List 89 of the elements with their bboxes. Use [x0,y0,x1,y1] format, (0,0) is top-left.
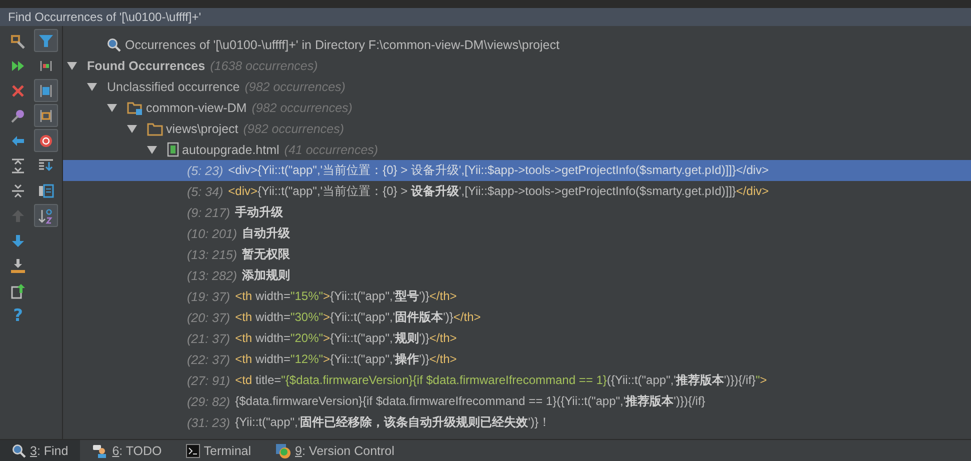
line-position: (13: 215) [187,248,238,262]
code-line: {Yii::t("app",'固件已经移除，该条自动升级规则已经失效')}！ [235,414,550,431]
code-line: 手动升级 [235,204,284,221]
result-row[interactable]: (22: 37) <th width="12%">{Yii::t("app",'操作')}</th> [63,349,971,370]
code-line: <th width="30%">{Yii::t("app",'固件版本')}</th> [235,309,481,326]
download-icon [10,258,26,274]
export-icon [10,282,26,298]
up-arrow-icon [10,208,26,224]
lines-icon [38,158,54,174]
line-position: (19: 37) [187,290,230,304]
panel-title: Find Occurrences of '[\u0100-\uffff]+' [0,8,971,26]
line-position: (13: 282) [187,268,238,282]
code-line: {$data.firmwareVersion}{if $data.firmwareIfrecommand == 1}({Yii::t("app",'推荐版本')}){/if} [235,393,706,410]
expand-all-icon [10,158,26,174]
terminal-icon [186,444,200,458]
result-row[interactable]: (5: 34) <div>{Yii::t("app",'当前位置：{0} > 设备升级',[Yii::$app->tools->getProjectInfo($smarty.get.pId)]]}</div> [63,181,971,202]
line-position: (31: 23) [187,416,230,430]
code-line: 自动升级 [242,225,290,242]
result-row[interactable]: (10: 201) 自动升级 [63,223,971,244]
expand-arrow-icon[interactable] [87,82,97,92]
result-row[interactable]: (27: 91) <td title="{$data.firmwareVersion}{if $data.firmwareIfrecommand == 1}({Yii::t("app",'推荐版本')}){/if}"> [63,370,971,391]
line-position: (21: 37) [187,332,230,346]
search-icon [12,444,26,458]
line-position: (20: 37) [187,310,230,324]
line-position: (29: 82) [187,394,230,408]
tool-window-tab[interactable]: 9: Version Control [263,440,406,461]
code-line: <th width="15%">{Yii::t("app",'型号')}</th> [235,288,457,305]
expand-arrow-icon[interactable] [127,124,137,134]
sort-icon [38,208,54,224]
filter-toggle[interactable] [34,29,58,52]
todo-icon [92,444,108,458]
code-line: <th width="20%">{Yii::t("app",'规则')}</th> [235,330,457,347]
line-position: (27: 91) [187,374,230,388]
result-row[interactable]: (20: 37) <th width="30%">{Yii::t("app",'固件版本')}</th> [63,307,971,328]
occurrence-count: (982 occurrences) [252,100,352,114]
sort-toggle[interactable] [34,204,58,227]
result-row[interactable]: (19: 37) <th width="15%">{Yii::t("app",'型号')}</th> [63,286,971,307]
occurrence-count: (41 occurrences) [284,142,378,156]
code-line: <th width="12%">{Yii::t("app",'操作')}</th> [235,351,457,368]
occurrence-count: (982 occurrences) [243,122,344,136]
tool-window-tab[interactable]: Terminal [174,440,264,461]
tree-node-label[interactable]: autoupgrade.html [182,142,280,156]
tool-window-tab[interactable]: 6: TODO [80,440,174,461]
filter-icon [38,32,54,48]
result-row[interactable]: (13: 282) 添加规则 [63,265,971,286]
down-arrow-icon [10,232,26,248]
code-line: 暂无权限 [242,246,290,263]
code-line: <div>{Yii::t("app",'当前位置：{0} > 设备升级',[Yii::$app->tools->getProjectInfo($smarty.get.pId)]]}</div> [228,183,769,200]
preview-icon [38,182,54,198]
result-row[interactable]: (31: 23) {Yii::t("app",'固件已经移除，该条自动升级规则已经失效')}！ [63,412,971,433]
tree-node-label[interactable]: Found Occurrences [87,58,206,72]
square-toggle[interactable] [34,79,58,102]
folder-toggle[interactable] [34,104,58,127]
expand-arrow-icon[interactable] [147,144,157,154]
wrench-icon [10,32,26,48]
search-icon [107,38,121,52]
line-position: (5: 23) [187,164,224,178]
line-position: (9: 217) [187,206,230,220]
folder-icon [38,108,54,124]
result-row[interactable]: (21: 37) <th width="20%">{Yii::t("app",'规则')}</th> [63,328,971,349]
module-toggle[interactable] [34,129,58,152]
circle-icon [38,132,54,148]
code-line: 添加规则 [242,267,290,284]
expand-arrow-icon[interactable] [107,102,117,112]
expand-arrow-icon[interactable] [67,60,77,70]
result-row[interactable]: (13: 215) 暂无权限 [63,244,971,265]
occurrence-count: (982 occurrences) [244,80,346,94]
module-icon [127,100,143,114]
version-control-icon [275,442,292,458]
occurrence-count: (1638 occurrences) [210,58,318,72]
close-icon [10,82,26,98]
line-position: (22: 37) [187,352,230,366]
search-query: Occurrences of '[\u0100-\uffff]+' in Directory F:\common-view-DM\views\project [125,38,560,52]
tree-node-label[interactable]: Unclassified occurrence [107,80,240,94]
code-line: <div>{Yii::t("app",'当前位置：{0} > 设备升级',[Yii::$app->tools->getProjectInfo($smarty.get.pId)]]}</div> [228,162,769,179]
result-row[interactable]: (5: 23) <div>{Yii::t("app",'当前位置：{0} > 设备升级',[Yii::$app->tools->getProjectInfo($smarty.get.pId)]]}</div> [63,160,971,181]
pin-icon [10,108,26,124]
tree-node-label[interactable]: common-view-DM [146,100,247,114]
square-icon [38,82,54,98]
tree-node-label[interactable]: views\project [166,122,238,136]
code-line: <td title="{$data.firmwareVersion}{if $data.firmwareIfrecommand == 1}({Yii::t("app",'推荐版本')}){/if}"> [235,372,767,389]
collapse-all-icon [10,182,26,198]
result-row[interactable]: (29: 82) {$data.firmwareVersion}{if $data.firmwareIfrecommand == 1}({Yii::t("app",'推荐版本')}){/if} [63,391,971,412]
html-file-icon [167,142,179,157]
tool-window-tab[interactable]: 3: Find [0,440,80,461]
line-position: (5: 34) [187,184,224,198]
folder-icon [147,122,163,136]
line-position: (10: 201) [187,226,238,240]
result-row[interactable]: (9: 217) 手动升级 [63,202,971,223]
